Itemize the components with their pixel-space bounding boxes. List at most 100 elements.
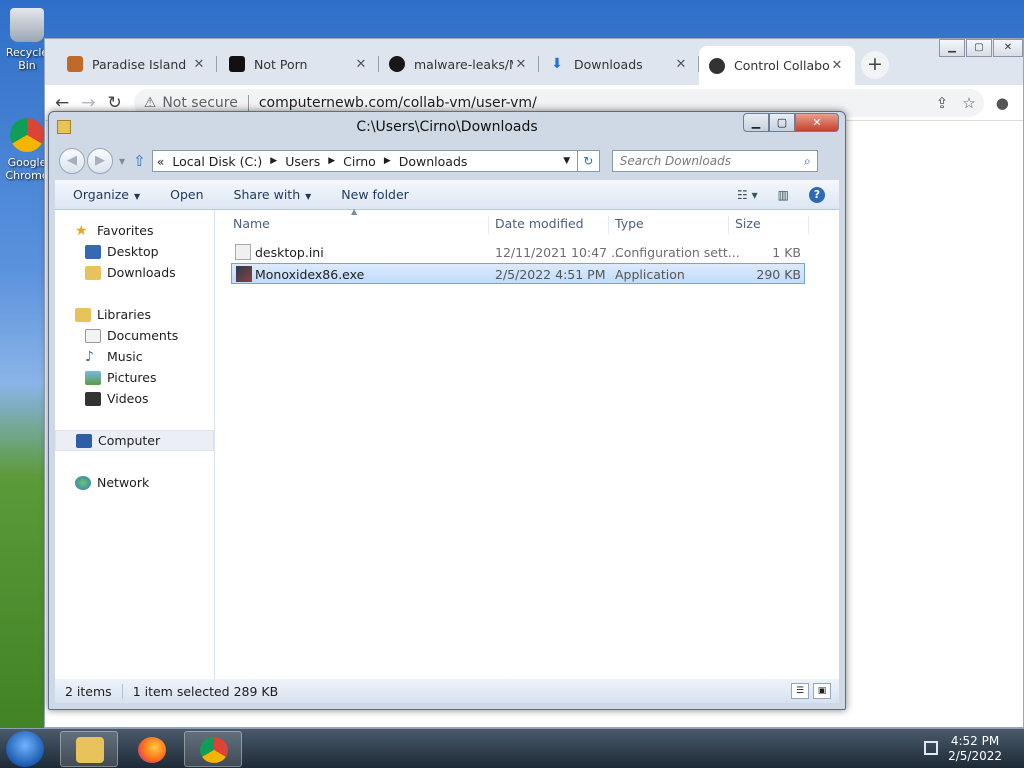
start-button-icon[interactable] [6, 731, 44, 767]
clock[interactable]: 4:52 PM 2/5/2022 [948, 734, 1002, 764]
close-icon[interactable]: ✕ [513, 57, 529, 72]
profile-icon[interactable]: ● [996, 94, 1009, 112]
address-breadcrumb[interactable]: « Local Disk (C:) ▶ Users ▶ Cirno ▶ Down… [151, 150, 578, 172]
taskbar: 4:52 PM 2/5/2022 [0, 728, 1024, 768]
tab-paradise-island[interactable]: Paradise Island 2 ✕ [57, 48, 217, 80]
tab-label: Paradise Island 2 [92, 56, 191, 72]
taskbar-explorer[interactable] [60, 731, 118, 767]
column-headers: ▲ Name Date modified Type Size [215, 207, 839, 238]
search-icon[interactable]: ⌕ [804, 154, 811, 169]
refresh-icon[interactable]: ↻ [577, 150, 600, 172]
column-date-modified[interactable]: Date modified [489, 216, 609, 234]
nav-computer[interactable]: Computer [55, 430, 214, 451]
search-input[interactable]: Search Downloads ⌕ [611, 150, 818, 172]
nav-videos[interactable]: Videos [55, 388, 214, 409]
nav-label: Documents [107, 328, 179, 343]
nav-libraries[interactable]: Libraries [55, 304, 214, 325]
breadcrumb-overflow[interactable]: « [157, 154, 165, 169]
breadcrumb-users[interactable]: Users [285, 154, 320, 169]
documents-icon [85, 328, 101, 343]
explorer-window: C:\Users\Cirno\Downloads ▁ ▢ ✕ ◀ ▶ ▼ ⇧ «… [48, 111, 846, 710]
file-row-selected[interactable]: Monoxidex86.exe 2/5/2022 4:51 PM Applica… [231, 263, 805, 284]
breadcrumb-local-disk[interactable]: Local Disk (C:) [172, 154, 262, 169]
command-bar: Organize ▼ Open Share with ▼ New folder ☷ … [55, 180, 839, 210]
forward-arrow-icon[interactable]: ▶ [87, 148, 113, 174]
maximize-icon[interactable]: ▢ [966, 39, 992, 57]
nav-desktop[interactable]: Desktop [55, 241, 214, 262]
chrome-window-controls: ▁ ▢ ✕ [938, 39, 1023, 57]
network-tray-icon[interactable] [924, 741, 938, 755]
nav-downloads[interactable]: Downloads [55, 262, 214, 283]
chevron-right-icon[interactable]: ▶ [328, 156, 335, 166]
github-favicon-icon [389, 56, 405, 72]
share-with-button[interactable]: Share with ▼ [234, 187, 312, 202]
tab-malware-leaks[interactable]: malware-leaks/Ma ✕ [379, 48, 539, 80]
desktop-icon [85, 244, 101, 259]
tab-not-porn[interactable]: Not Porn ✕ [219, 48, 379, 80]
large-icons-view-icon[interactable]: ▣ [813, 683, 831, 699]
tab-strip: Paradise Island 2 ✕ Not Porn ✕ malware-l… [45, 39, 1023, 85]
chevron-right-icon[interactable]: ▶ [384, 156, 391, 166]
nav-label: Libraries [97, 307, 151, 322]
recycle-bin-icon [10, 8, 44, 42]
up-arrow-icon[interactable]: ⇧ [133, 152, 146, 170]
tab-control-collaborate[interactable]: Control Collabora ✕ [699, 46, 855, 85]
open-button[interactable]: Open [170, 187, 203, 202]
share-icon[interactable]: ⇪ [936, 94, 949, 112]
nav-music[interactable]: ♪ Music [55, 346, 214, 367]
tab-label: malware-leaks/Ma [414, 56, 513, 72]
nav-label: Pictures [107, 370, 157, 385]
file-size: 290 KB [756, 267, 801, 282]
videos-icon [85, 391, 101, 406]
preview-pane-icon[interactable]: ▥ [778, 188, 789, 202]
tab-downloads[interactable]: ⬇ Downloads ✕ [539, 48, 699, 80]
column-size[interactable]: Size [729, 216, 809, 234]
history-dropdown-icon[interactable]: ▼ [119, 157, 125, 166]
breadcrumb-cirno[interactable]: Cirno [343, 154, 376, 169]
minimize-icon[interactable]: ▁ [939, 39, 965, 57]
not-secure-label: Not secure [162, 94, 238, 111]
change-view-icon[interactable]: ☷ ▾ [737, 188, 758, 202]
nav-documents[interactable]: Documents [55, 325, 214, 346]
chevron-right-icon[interactable]: ▶ [270, 156, 277, 166]
nav-favorites[interactable]: ★ Favorites [55, 220, 214, 241]
nav-pictures[interactable]: Pictures [55, 367, 214, 388]
close-icon[interactable]: ✕ [993, 39, 1023, 57]
chevron-down-icon[interactable]: ▼ [557, 156, 577, 166]
close-icon[interactable]: ✕ [191, 57, 207, 72]
file-row[interactable]: desktop.ini 12/11/2021 10:47 ... Configu… [231, 242, 805, 263]
navigation-pane: ★ Favorites Desktop Downloads Libraries … [55, 210, 215, 679]
file-size: 1 KB [772, 245, 801, 260]
close-icon[interactable]: ✕ [829, 58, 845, 73]
chevron-down-icon: ▼ [134, 192, 141, 201]
bookmark-star-icon[interactable]: ☆ [962, 94, 975, 112]
library-icon [75, 307, 91, 322]
nav-label: Downloads [107, 265, 176, 280]
taskbar-firefox[interactable] [122, 731, 180, 767]
maximize-icon[interactable]: ▢ [769, 113, 795, 132]
organize-button[interactable]: Organize ▼ [73, 187, 140, 202]
new-tab-button[interactable]: + [861, 51, 889, 79]
minimize-icon[interactable]: ▁ [743, 113, 769, 132]
chrome-icon [200, 737, 228, 763]
back-arrow-icon[interactable]: ◀ [59, 148, 85, 174]
nav-label: Desktop [107, 244, 159, 259]
close-icon[interactable]: ✕ [673, 57, 689, 72]
file-name: desktop.ini [255, 245, 324, 260]
item-count: 2 items [55, 683, 123, 699]
close-icon[interactable]: ✕ [353, 57, 369, 72]
nav-network[interactable]: Network [55, 472, 214, 493]
new-folder-button[interactable]: New folder [341, 187, 409, 202]
breadcrumb-downloads[interactable]: Downloads [399, 154, 468, 169]
firefox-icon [138, 737, 166, 763]
column-type[interactable]: Type [609, 216, 729, 234]
nav-label: Music [107, 349, 143, 364]
details-view-icon[interactable]: ☰ [791, 683, 809, 699]
column-name[interactable]: Name [227, 216, 489, 234]
tab-label: Not Porn [254, 56, 308, 72]
close-icon[interactable]: ✕ [795, 113, 839, 132]
settings-file-icon [235, 244, 251, 260]
taskbar-chrome[interactable] [184, 731, 242, 767]
help-icon[interactable]: ? [809, 186, 825, 203]
nav-label: Network [97, 475, 150, 490]
